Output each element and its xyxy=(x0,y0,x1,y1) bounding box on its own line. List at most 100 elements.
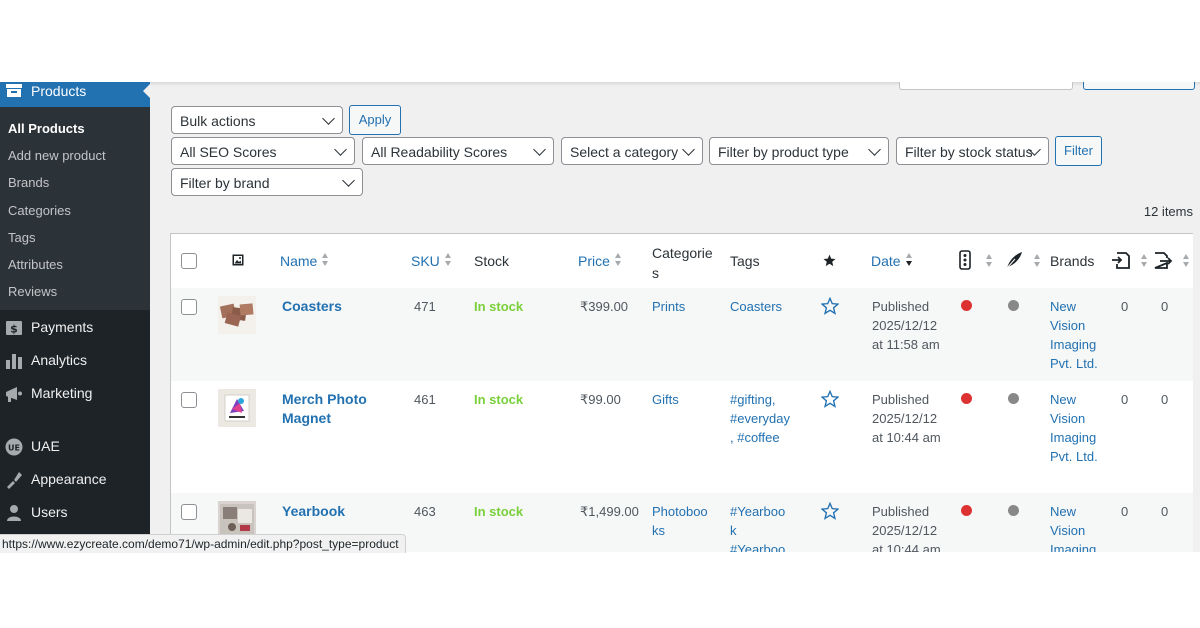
readability-column-icon[interactable] xyxy=(1005,251,1023,269)
submenu-reviews[interactable]: Reviews xyxy=(8,284,57,299)
sort-icon xyxy=(986,254,993,268)
column-sku-label: SKU xyxy=(411,253,440,269)
star-outline-icon[interactable] xyxy=(821,502,839,520)
column-name-label: Name xyxy=(280,253,318,269)
outgoing-count: 0 xyxy=(1161,299,1169,314)
payments-icon: $ xyxy=(6,321,22,336)
bulk-actions-select[interactable]: Bulk actions xyxy=(171,106,343,134)
product-name-link[interactable]: Yearbook xyxy=(282,502,345,521)
menu-payments-label: Payments xyxy=(31,319,94,335)
column-brands: Brands xyxy=(1050,253,1095,269)
filter-button[interactable]: Filter xyxy=(1055,136,1102,166)
column-price[interactable]: Price xyxy=(578,253,622,269)
brand-link[interactable]: New Vision Imaging Pvt. Ltd. xyxy=(1050,297,1098,373)
submenu-attributes[interactable]: Attributes xyxy=(8,257,63,272)
readability-dot xyxy=(1008,393,1019,404)
row-checkbox[interactable] xyxy=(181,392,197,408)
product-sku: 471 xyxy=(414,299,436,314)
submenu-brands[interactable]: Brands xyxy=(8,175,49,190)
sort-icon xyxy=(444,253,452,267)
brand-filter-value: Filter by brand xyxy=(180,175,270,191)
category-link[interactable]: Prints xyxy=(652,297,685,316)
select-all-checkbox[interactable] xyxy=(181,253,197,269)
incoming-links-icon[interactable] xyxy=(1111,250,1131,270)
star-outline-icon[interactable] xyxy=(821,297,839,315)
sort-icon xyxy=(614,253,622,267)
stock-status-filter[interactable]: Filter by stock status xyxy=(896,137,1049,165)
seo-score-dot xyxy=(961,505,972,516)
sort-icon xyxy=(1141,254,1148,268)
row-checkbox[interactable] xyxy=(181,504,197,520)
time-value: at 10:44 am xyxy=(872,542,941,552)
date-status: Published xyxy=(872,299,930,314)
submenu-tags[interactable]: Tags xyxy=(8,230,35,245)
svg-text:UE: UE xyxy=(8,444,20,453)
admin-sidebar: Products All Products Add new product Br… xyxy=(0,82,151,552)
product-thumbnail[interactable] xyxy=(218,389,256,427)
table-row: Coasters 471 In stock ₹399.00 Prints Coa… xyxy=(171,288,1193,381)
submenu-add-new-product[interactable]: Add new product xyxy=(8,148,106,163)
readability-filter[interactable]: All Readability Scores xyxy=(362,137,554,165)
help-tab-remnant[interactable] xyxy=(1083,82,1195,90)
seo-score-dot xyxy=(961,393,972,404)
category-link[interactable]: Gifts xyxy=(652,390,679,409)
menu-products[interactable]: Products xyxy=(0,82,151,107)
seo-score-column-icon[interactable] xyxy=(959,250,971,270)
category-link[interactable]: Photoboo ks xyxy=(652,502,708,540)
table-header: Name SKU Stock Price Categorie s Tags Da… xyxy=(171,234,1193,289)
tag-link[interactable]: Coasters xyxy=(730,297,782,316)
column-tags: Tags xyxy=(730,253,760,269)
product-type-filter[interactable]: Filter by product type xyxy=(709,137,889,165)
menu-analytics[interactable]: Analytics xyxy=(0,346,150,376)
menu-marketing[interactable]: Marketing xyxy=(0,379,150,409)
column-stock: Stock xyxy=(474,253,510,269)
admin-viewport: Products All Products Add new product Br… xyxy=(0,82,1200,552)
menu-products-label: Products xyxy=(31,83,87,99)
menu-appearance[interactable]: Appearance xyxy=(0,465,150,495)
screen-options-remnant[interactable] xyxy=(899,82,1073,90)
readability-dot xyxy=(1008,505,1019,516)
users-icon xyxy=(7,505,21,521)
browser-status-url: https://www.ezycreate.com/demo71/wp-admi… xyxy=(0,534,406,553)
current-menu-arrow xyxy=(143,83,151,99)
sort-icon xyxy=(322,253,329,267)
product-name-link[interactable]: Coasters xyxy=(282,297,342,316)
coasters-image xyxy=(219,303,254,327)
brand-filter[interactable]: Filter by brand xyxy=(171,168,363,196)
products-table: Name SKU Stock Price Categorie s Tags Da… xyxy=(170,233,1193,552)
menu-marketing-label: Marketing xyxy=(31,385,93,401)
menu-payments[interactable]: $ Payments xyxy=(0,313,150,343)
column-categories: Categorie s xyxy=(652,245,713,281)
uae-icon: UE xyxy=(5,438,23,456)
time-value: at 11:58 am xyxy=(872,337,940,352)
category-filter[interactable]: Select a category xyxy=(561,137,703,165)
seo-score-filter[interactable]: All SEO Scores xyxy=(171,137,355,165)
menu-users[interactable]: Users xyxy=(0,498,150,528)
svg-text:$: $ xyxy=(10,323,18,336)
stock-status: In stock xyxy=(474,299,524,314)
menu-uae[interactable]: UE UAE xyxy=(0,432,150,462)
product-sku: 463 xyxy=(414,504,436,519)
sort-icon xyxy=(1183,254,1190,268)
featured-star-icon[interactable] xyxy=(823,254,836,267)
column-sku[interactable]: SKU xyxy=(411,253,452,269)
menu-users-label: Users xyxy=(31,504,68,520)
submenu-all-products[interactable]: All Products xyxy=(8,121,85,136)
brand-link[interactable]: New Vision Imaging Pvt. Ltd. xyxy=(1050,390,1098,466)
column-name[interactable]: Name xyxy=(280,253,329,269)
product-thumbnail[interactable] xyxy=(218,296,256,334)
column-date[interactable]: Date xyxy=(871,253,913,269)
seo-score-filter-value: All SEO Scores xyxy=(180,144,277,160)
submenu-categories[interactable]: Categories xyxy=(8,203,71,218)
product-price: ₹99.00 xyxy=(580,392,621,407)
tag-link[interactable]: #gifting, #everyday , #coffee xyxy=(730,390,790,447)
chevron-down-icon xyxy=(342,174,355,187)
brand-link[interactable]: New Vision Imaging xyxy=(1050,502,1096,552)
product-name-link[interactable]: Merch Photo Magnet xyxy=(282,390,367,428)
tag-link[interactable]: #Yearboo k #Yearboo xyxy=(730,502,785,552)
outgoing-count: 0 xyxy=(1161,392,1169,407)
apply-button[interactable]: Apply xyxy=(349,105,401,135)
outgoing-links-icon[interactable] xyxy=(1153,250,1173,270)
star-outline-icon[interactable] xyxy=(821,390,839,408)
row-checkbox[interactable] xyxy=(181,299,197,315)
